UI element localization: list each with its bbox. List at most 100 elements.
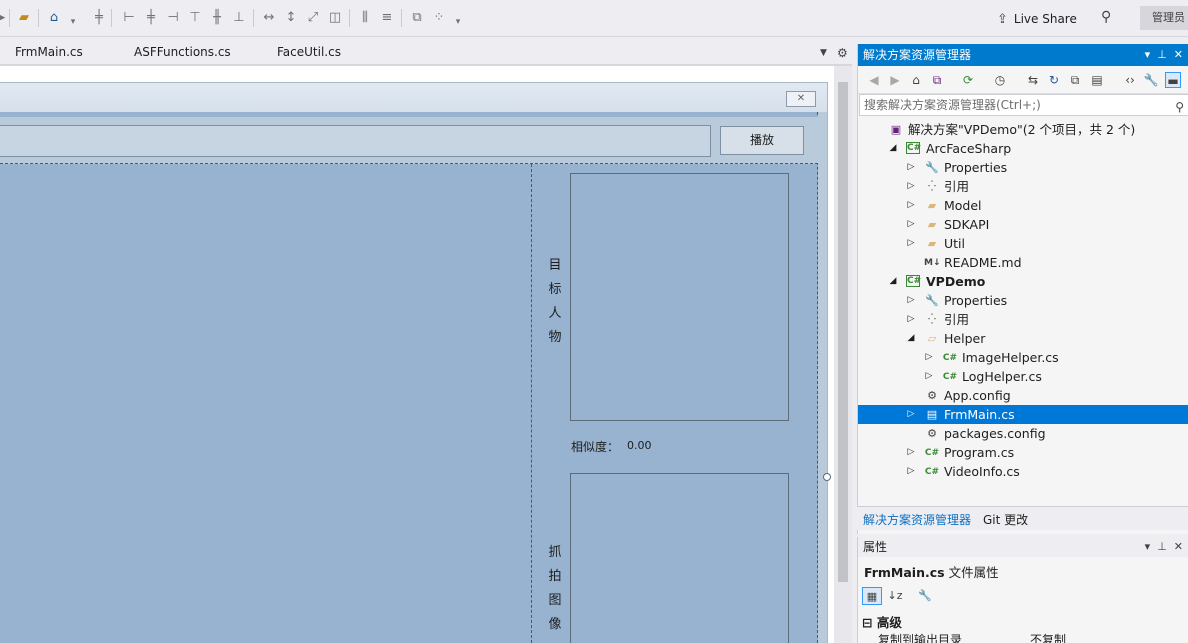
live-share-button[interactable]: ⇪ Live Share bbox=[997, 9, 1077, 29]
collapsed-arrow-icon[interactable]: ▷ bbox=[906, 462, 916, 481]
tab-order-icon[interactable]: ⁘ bbox=[431, 10, 447, 26]
tree-item[interactable]: ▣ 解决方案"VPDemo"(2 个项目，共 2 个) bbox=[858, 120, 1188, 139]
collapsed-arrow-icon[interactable]: ▷ bbox=[906, 215, 916, 234]
dropdown-arrow-icon[interactable]: ▾ bbox=[65, 14, 81, 30]
align-grid-icon[interactable]: ╪ bbox=[91, 10, 107, 26]
collapsed-arrow-icon[interactable]: ▷ bbox=[906, 310, 916, 329]
align-middle-icon[interactable]: ╫ bbox=[209, 10, 225, 26]
tree-item[interactable]: ▷ ⁛ 引用 bbox=[858, 310, 1188, 329]
scrollbar-thumb[interactable] bbox=[838, 82, 848, 582]
tree-item[interactable]: ▷ C# LogHelper.cs bbox=[858, 367, 1188, 386]
align-top-icon[interactable]: ⊤ bbox=[187, 10, 203, 26]
tree-item[interactable]: ◢ C# ArcFaceSharp bbox=[858, 139, 1188, 158]
home-icon[interactable]: ⌂ bbox=[908, 72, 924, 88]
make-same-width-icon[interactable]: ↔ bbox=[261, 10, 277, 26]
video-url-input[interactable] bbox=[0, 125, 711, 157]
capture-image-picturebox[interactable] bbox=[570, 473, 789, 643]
tree-item[interactable]: ◢ ▱ Helper bbox=[858, 329, 1188, 348]
collapsed-arrow-icon[interactable]: ▷ bbox=[906, 291, 916, 310]
tab-list-dropdown-icon[interactable]: ▼ bbox=[820, 48, 827, 58]
horizontal-spacing-icon[interactable]: ⫼ bbox=[357, 10, 373, 26]
history-icon[interactable]: ◷ bbox=[992, 72, 1008, 88]
tree-item-label: ImageHelper.cs bbox=[962, 350, 1059, 365]
collapsed-arrow-icon[interactable]: ▷ bbox=[924, 367, 934, 386]
sync-icon[interactable]: ⇆ bbox=[1025, 72, 1041, 88]
pin-icon[interactable]: ⊥ bbox=[1157, 48, 1167, 61]
close-icon[interactable]: ✕ bbox=[1174, 540, 1183, 553]
tree-item[interactable]: ▷ ⁛ 引用 bbox=[858, 177, 1188, 196]
home-icon[interactable]: ⌂ bbox=[46, 10, 62, 26]
alphabetical-icon[interactable]: ↓z bbox=[885, 587, 905, 605]
open-folder-icon[interactable]: ▰ bbox=[16, 10, 32, 26]
property-pages-wrench-icon[interactable]: 🔧 bbox=[915, 587, 935, 605]
back-icon[interactable]: ◀ bbox=[866, 72, 882, 88]
designer-vertical-scrollbar[interactable] bbox=[834, 66, 852, 643]
tree-item[interactable]: ▷ C# VideoInfo.cs bbox=[858, 462, 1188, 481]
tree-item[interactable]: ▷ 🔧 Properties bbox=[858, 158, 1188, 177]
properties-object-selector[interactable]: FrmMain.cs 文件属性 bbox=[864, 562, 999, 581]
form-close-icon[interactable]: ✕ bbox=[786, 91, 816, 107]
tab-faceutil[interactable]: FaceUtil.cs bbox=[277, 45, 341, 59]
target-person-picturebox[interactable] bbox=[570, 173, 789, 421]
vertical-spacing-icon[interactable]: ≡ bbox=[379, 10, 395, 26]
bring-to-front-icon[interactable]: ⧉ bbox=[409, 10, 425, 26]
tree-item[interactable]: M↓ README.md bbox=[858, 253, 1188, 272]
refresh-icon[interactable]: ↻ bbox=[1046, 72, 1062, 88]
expanded-arrow-icon[interactable]: ◢ bbox=[906, 329, 916, 348]
dropdown-arrow-icon[interactable]: ▾ bbox=[450, 14, 466, 30]
tree-item[interactable]: ▷ ▰ SDKAPI bbox=[858, 215, 1188, 234]
align-left-icon[interactable]: ⊢ bbox=[121, 10, 137, 26]
size-to-grid-icon[interactable]: ◫ bbox=[327, 10, 343, 26]
make-same-size-icon[interactable]: ⤢ bbox=[305, 10, 321, 26]
collapsed-arrow-icon[interactable]: ▷ bbox=[906, 443, 916, 462]
view-code-icon[interactable]: ‹› bbox=[1122, 72, 1138, 88]
search-icon[interactable]: ⚲ bbox=[1175, 97, 1184, 117]
collapsed-arrow-icon[interactable]: ▷ bbox=[924, 348, 934, 367]
tree-item[interactable]: ▷ 🔧 Properties bbox=[858, 291, 1188, 310]
expanded-arrow-icon[interactable]: ◢ bbox=[888, 139, 898, 158]
pending-changes-icon[interactable]: ⟳ bbox=[960, 72, 976, 88]
tab-frmmain[interactable]: FrmMain.cs bbox=[15, 45, 83, 59]
collapsed-arrow-icon[interactable]: ▷ bbox=[906, 405, 916, 424]
align-center-icon[interactable]: ╪ bbox=[143, 10, 159, 26]
make-same-height-icon[interactable]: ↕ bbox=[283, 10, 299, 26]
tree-item[interactable]: ▷ C# Program.cs bbox=[858, 443, 1188, 462]
align-right-icon[interactable]: ⊣ bbox=[165, 10, 181, 26]
collapse-icon[interactable]: ⊟ bbox=[862, 615, 872, 630]
panel-dropdown-icon[interactable]: ▾ bbox=[1145, 540, 1151, 553]
close-icon[interactable]: ✕ bbox=[1174, 48, 1183, 61]
tree-item[interactable]: ◢ C# VPDemo bbox=[858, 272, 1188, 291]
tab-solution-explorer[interactable]: 解决方案资源管理器 bbox=[863, 511, 971, 528]
video-display-area[interactable] bbox=[0, 164, 532, 643]
tab-git-changes[interactable]: Git 更改 bbox=[983, 511, 1028, 528]
pin-icon[interactable]: ⊥ bbox=[1157, 540, 1167, 553]
form-resize-handle[interactable] bbox=[823, 473, 831, 481]
tree-item[interactable]: ⚙ App.config bbox=[858, 386, 1188, 405]
forward-icon[interactable]: ▶ bbox=[887, 72, 903, 88]
tree-item[interactable]: ▷ ▰ Util bbox=[858, 234, 1188, 253]
collapse-all-icon[interactable]: ⧉ bbox=[1067, 72, 1083, 88]
feedback-icon[interactable]: ⚲ bbox=[1101, 9, 1111, 25]
properties-wrench-icon[interactable]: 🔧 bbox=[1143, 72, 1159, 88]
show-all-files-icon[interactable]: ▤ bbox=[1089, 72, 1105, 88]
categorized-icon[interactable]: ▦ bbox=[862, 587, 882, 605]
tree-item[interactable]: ▷ ▰ Model bbox=[858, 196, 1188, 215]
tree-item[interactable]: ⚙ packages.config bbox=[858, 424, 1188, 443]
tree-item[interactable]: ▷ ▤ FrmMain.cs bbox=[858, 405, 1188, 424]
collapsed-arrow-icon[interactable]: ▷ bbox=[906, 234, 916, 253]
collapsed-arrow-icon[interactable]: ▷ bbox=[906, 177, 916, 196]
switch-views-icon[interactable]: ⧉ bbox=[929, 72, 945, 88]
tree-item[interactable]: ▷ C# ImageHelper.cs bbox=[858, 348, 1188, 367]
property-row[interactable]: 复制到输出目录 不复制 bbox=[878, 631, 1188, 643]
solution-search-input[interactable]: 搜索解决方案资源管理器(Ctrl+;) ⚲ bbox=[859, 94, 1188, 116]
expanded-arrow-icon[interactable]: ◢ bbox=[888, 272, 898, 291]
property-category[interactable]: ⊟ 高级 bbox=[862, 612, 902, 631]
collapsed-arrow-icon[interactable]: ▷ bbox=[906, 158, 916, 177]
tab-settings-gear-icon[interactable]: ⚙ bbox=[837, 46, 848, 60]
align-bottom-icon[interactable]: ⊥ bbox=[231, 10, 247, 26]
tab-asffunctions[interactable]: ASFFunctions.cs bbox=[134, 45, 231, 59]
panel-dropdown-icon[interactable]: ▾ bbox=[1145, 48, 1151, 61]
collapsed-arrow-icon[interactable]: ▷ bbox=[906, 196, 916, 215]
preview-selected-icon[interactable]: ▬ bbox=[1165, 72, 1181, 88]
play-button[interactable]: 播放 bbox=[720, 126, 804, 155]
